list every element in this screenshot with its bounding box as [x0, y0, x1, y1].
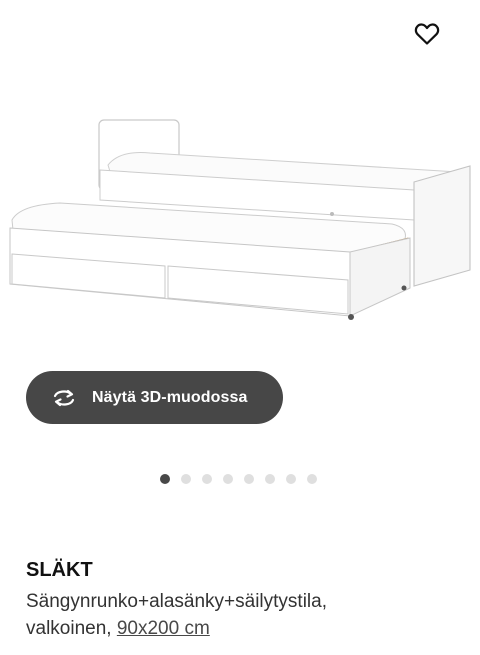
- carousel-dot[interactable]: [160, 474, 170, 484]
- carousel-dot[interactable]: [181, 474, 191, 484]
- favorite-button[interactable]: [409, 16, 445, 52]
- view-3d-label: Näytä 3D-muodossa: [92, 388, 248, 406]
- carousel-dot[interactable]: [223, 474, 233, 484]
- rotate-3d-icon: [50, 388, 78, 408]
- product-color: valkoinen,: [26, 618, 112, 639]
- heart-icon: [414, 23, 440, 45]
- product-name: SLÄKT: [26, 559, 93, 581]
- carousel-dot[interactable]: [244, 474, 254, 484]
- bed-image: [9, 119, 471, 320]
- product-image-area: Näytä 3D-muodossa: [0, 0, 480, 484]
- product-description-block: Sängynrunko+alasänky+säilytystila, valko…: [26, 588, 466, 642]
- product-info: SLÄKT Sängynrunko+alasänky+säilytystila,…: [26, 556, 466, 642]
- carousel-dot[interactable]: [202, 474, 212, 484]
- carousel-dot[interactable]: [286, 474, 296, 484]
- carousel-dot[interactable]: [265, 474, 275, 484]
- size-link[interactable]: 90x200 cm: [117, 618, 210, 639]
- product-description: Sängynrunko+alasänky+säilytystila,: [26, 591, 328, 612]
- view-3d-button[interactable]: Näytä 3D-muodossa: [26, 371, 283, 424]
- carousel-indicator: [0, 474, 480, 484]
- carousel-dot[interactable]: [307, 474, 317, 484]
